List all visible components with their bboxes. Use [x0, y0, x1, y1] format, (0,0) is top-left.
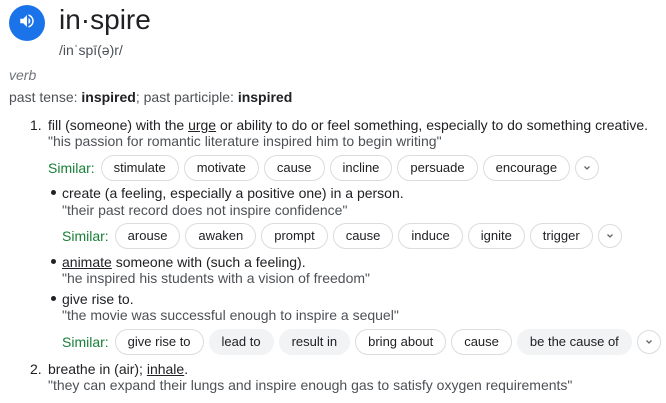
phonetic: /inˈspī(ə)r/ [59, 42, 123, 58]
synonym-chip[interactable]: encourage [482, 155, 571, 181]
sense-definition: fill (someone) with the urge or ability … [48, 117, 648, 133]
similar-row: Similar: stimulate motivate cause inclin… [48, 155, 600, 181]
definition-text: or ability to do or feel something, espe… [216, 117, 648, 133]
expand-similar-button[interactable] [636, 330, 661, 354]
chevron-down-icon [584, 166, 591, 170]
definition-text: breathe in (air); [48, 361, 147, 377]
headword: in·spire [59, 4, 151, 35]
past-participle-value: inspired [237, 89, 293, 105]
synonym-chip[interactable]: lead to [208, 329, 274, 355]
sense-example: "his passion for romantic literature ins… [48, 133, 442, 149]
definition-link-urge[interactable]: urge [188, 117, 216, 133]
bullet [51, 190, 56, 195]
synonym-chip[interactable]: motivate [183, 155, 259, 181]
subsense-example: "he inspired his students with a vision … [62, 270, 370, 286]
part-of-speech: verb [9, 67, 37, 83]
pronounce-speaker-button[interactable] [9, 5, 45, 41]
similar-label: Similar: [48, 160, 95, 176]
subsense-definition: create (a feeling, especially a positive… [62, 185, 404, 201]
chevron-down-icon [606, 234, 613, 238]
sense-definition: breathe in (air); inhale. [48, 361, 188, 377]
definition-text: fill (someone) with the [48, 117, 189, 133]
bullet [51, 296, 56, 301]
subsense-example: "the movie was successful enough to insp… [62, 307, 399, 323]
synonym-chip[interactable]: persuade [397, 155, 478, 181]
speaker-icon [18, 12, 36, 35]
synonym-chip[interactable]: arouse [114, 223, 181, 249]
expand-similar-button[interactable] [575, 156, 600, 180]
synonym-chip[interactable]: give rise to [114, 329, 204, 355]
past-tense-label: past tense: [9, 89, 82, 105]
similar-row: Similar: arouse awaken prompt cause indu… [62, 223, 622, 249]
sense-number: 2. [30, 361, 42, 377]
synonym-chip[interactable]: prompt [261, 223, 328, 249]
bullet [51, 259, 56, 264]
past-participle-label: past participle: [143, 89, 238, 105]
synonym-chip[interactable]: stimulate [100, 155, 179, 181]
synonym-chip[interactable]: cause [451, 329, 512, 355]
synonym-chip[interactable]: ignite [467, 223, 525, 249]
synonym-chip[interactable]: incline [329, 155, 393, 181]
sense-number: 1. [30, 117, 42, 133]
similar-label: Similar: [62, 334, 109, 350]
subsense-definition: give rise to. [62, 291, 134, 307]
chevron-down-icon [645, 340, 652, 344]
definition-text: someone with (such a feeling). [111, 254, 306, 270]
synonym-chip[interactable]: trigger [529, 223, 593, 249]
definition-link-inhale[interactable]: inhale [147, 361, 184, 377]
subsense-definition: animate someone with (such a feeling). [62, 254, 306, 270]
synonym-chip[interactable]: be the cause of [516, 329, 632, 355]
definition-link-animate[interactable]: animate [62, 254, 112, 270]
subsense-example: "their past record does not inspire conf… [62, 202, 348, 218]
synonym-chip[interactable]: bring about [355, 329, 447, 355]
synonym-chip[interactable]: cause [263, 155, 325, 181]
synonym-chip[interactable]: cause [332, 223, 394, 249]
synonym-chip[interactable]: awaken [185, 223, 257, 249]
similar-label: Similar: [62, 228, 109, 244]
verb-forms: past tense: inspired; past participle: i… [9, 89, 292, 105]
expand-similar-button[interactable] [597, 224, 622, 248]
similar-row: Similar: give rise to lead to result in … [62, 329, 661, 355]
definition-text: . [184, 361, 189, 377]
past-tense-value: inspired [81, 89, 136, 105]
forms-separator: ; [135, 89, 144, 105]
sense-example: "they can expand their lungs and inspire… [48, 377, 573, 393]
synonym-chip[interactable]: result in [278, 329, 351, 355]
synonym-chip[interactable]: induce [398, 223, 463, 249]
